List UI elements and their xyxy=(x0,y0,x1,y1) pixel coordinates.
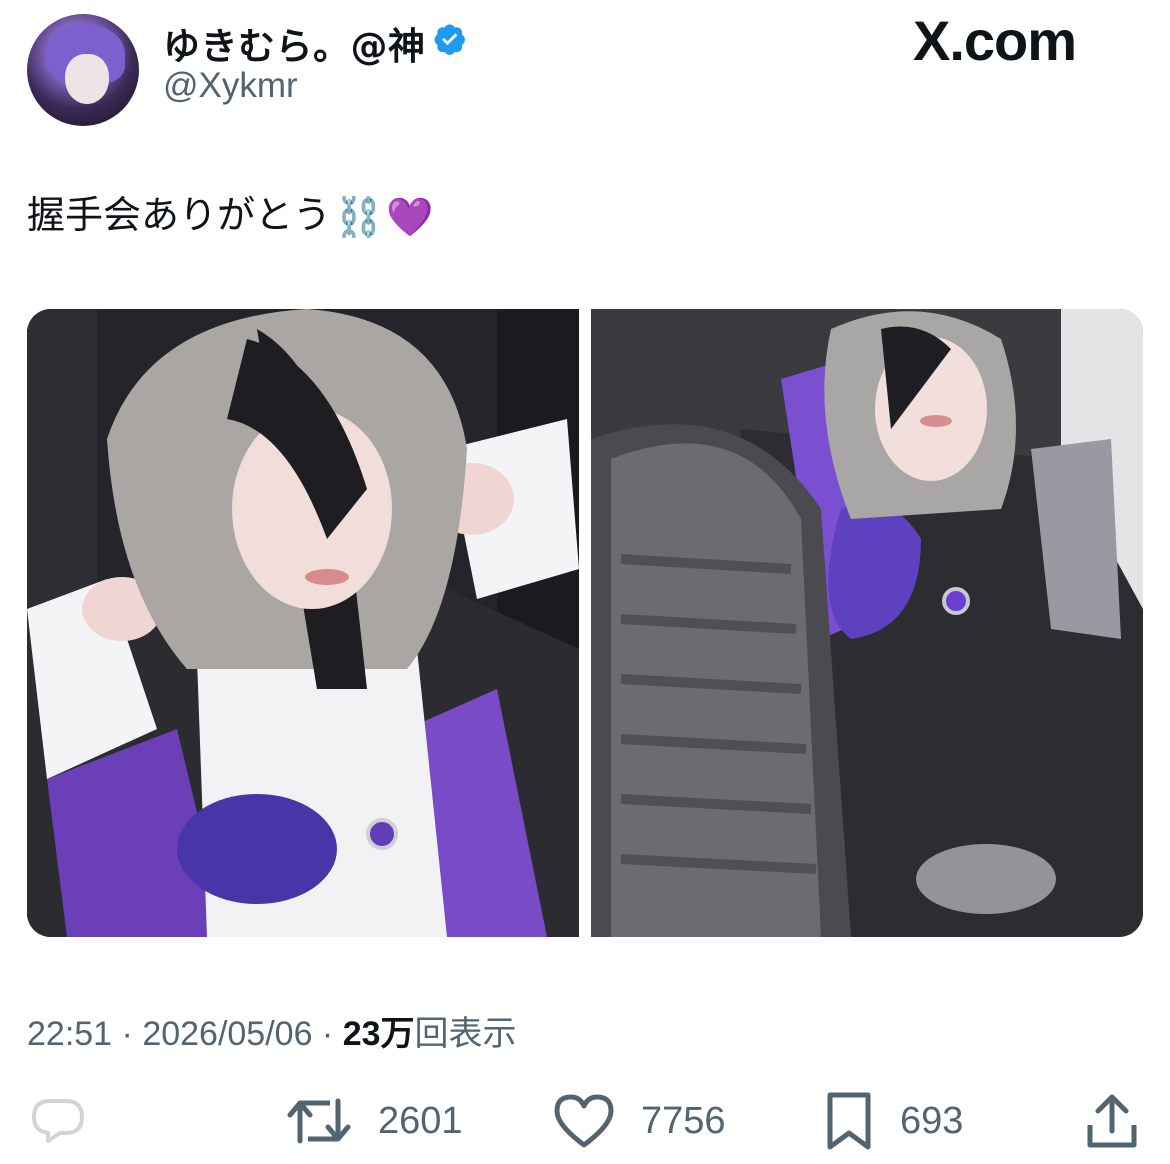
share-button[interactable] xyxy=(1084,1086,1140,1156)
profile-avatar[interactable] xyxy=(27,14,139,126)
bookmark-icon xyxy=(827,1092,871,1150)
photo-2-illustration xyxy=(591,309,1143,937)
share-icon xyxy=(1087,1094,1137,1148)
tweet-time: 22:51 xyxy=(27,1015,113,1053)
timestamp-separator-1: · xyxy=(112,1015,143,1053)
tweet-text-body: 握手会ありがとう xyxy=(27,193,332,237)
avatar-face xyxy=(65,54,109,104)
views-label: 回表示 xyxy=(414,1015,517,1053)
tweet-date: 2026/05/06 xyxy=(142,1015,313,1053)
chain-emoji: ⛓️ xyxy=(335,195,383,239)
heart-icon xyxy=(554,1094,614,1148)
bookmark-button[interactable]: 693 xyxy=(824,1086,963,1156)
reply-icon xyxy=(32,1099,84,1143)
media-grid xyxy=(27,309,1143,937)
photo-2[interactable] xyxy=(591,309,1143,937)
user-handle[interactable]: @Xykmr xyxy=(163,66,298,106)
views-count: 23万 xyxy=(342,1015,415,1053)
tweet-timestamp[interactable]: 22:51 · 2026/05/06 · 23万回表示 xyxy=(27,1006,517,1055)
brand-logo-text: X.com xyxy=(913,9,1077,72)
photo-1[interactable] xyxy=(27,309,579,937)
like-button[interactable]: 7756 xyxy=(553,1086,726,1156)
retweet-icon xyxy=(287,1098,351,1144)
retweet-button[interactable]: 2601 xyxy=(286,1086,463,1156)
timestamp-separator-2: · xyxy=(312,1015,343,1053)
photo-1-illustration xyxy=(27,309,579,937)
action-bar: 2601 7756 693 xyxy=(0,1086,1170,1156)
bookmark-count: 693 xyxy=(900,1099,964,1142)
display-name[interactable]: ゆきむら。@神 xyxy=(163,16,426,70)
verified-badge-icon xyxy=(434,24,465,55)
retweet-count: 2601 xyxy=(378,1099,463,1142)
like-count: 7756 xyxy=(641,1099,726,1142)
reply-button[interactable] xyxy=(30,1086,86,1156)
purple-heart-emoji: 💜 xyxy=(386,195,434,239)
tweet-text: 握手会ありがとう ⛓️ 💜 xyxy=(27,184,434,240)
